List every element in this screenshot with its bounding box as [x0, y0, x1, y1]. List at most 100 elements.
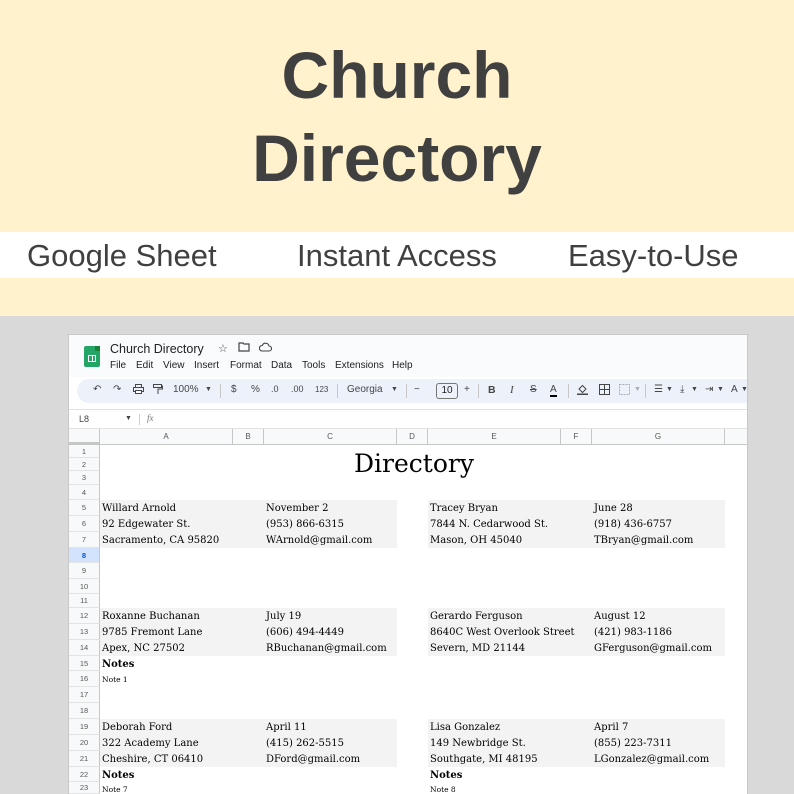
currency-button[interactable]: $ — [231, 384, 237, 395]
text-color-button[interactable]: A — [550, 384, 557, 397]
entry-email[interactable]: WArnold@gmail.com — [266, 535, 372, 546]
menu-extensions[interactable]: Extensions — [335, 360, 384, 371]
entry-phone[interactable]: (415) 262-5515 — [266, 738, 344, 749]
font-select[interactable]: Georgia — [347, 384, 383, 395]
merge-cells-icon[interactable] — [619, 384, 630, 398]
row-header[interactable]: 3 — [69, 471, 100, 485]
entry-name[interactable]: Willard Arnold — [102, 503, 176, 514]
row-header[interactable]: 11 — [69, 594, 100, 608]
entry-phone[interactable]: (606) 494-4449 — [266, 627, 344, 638]
column-header-a[interactable]: A — [100, 429, 233, 445]
row-header[interactable]: 1 — [69, 445, 100, 458]
entry-email[interactable]: RBuchanan@gmail.com — [266, 643, 387, 654]
entry-phone[interactable]: (421) 983-1186 — [594, 627, 672, 638]
row-header[interactable]: 7 — [69, 532, 100, 548]
decrease-decimal-button[interactable]: .0 — [271, 384, 279, 394]
entry-city[interactable]: Southgate, MI 48195 — [430, 754, 538, 765]
entry-date[interactable]: July 19 — [266, 611, 301, 622]
column-header-f[interactable]: F — [561, 429, 592, 445]
rotation-chevron-down-icon[interactable]: ▼ — [741, 386, 747, 393]
menu-insert[interactable]: Insert — [194, 360, 219, 371]
row-header[interactable]: 18 — [69, 703, 100, 719]
row-header[interactable]: 10 — [69, 579, 100, 594]
vertical-align-icon[interactable]: ⤓ — [680, 384, 684, 395]
entry-email[interactable]: TBryan@gmail.com — [594, 535, 693, 546]
strikethrough-button[interactable]: S — [530, 384, 537, 395]
font-chevron-down-icon[interactable]: ▼ — [391, 386, 398, 393]
row-header[interactable]: 5 — [69, 500, 100, 516]
percent-button[interactable]: % — [251, 384, 260, 395]
entry-date[interactable]: June 28 — [594, 503, 633, 514]
entry-name[interactable]: Lisa Gonzalez — [430, 722, 500, 733]
text-wrapping-icon[interactable]: ⇥ — [705, 384, 713, 395]
row-header[interactable]: 15 — [69, 656, 100, 671]
column-header-e[interactable]: E — [428, 429, 561, 445]
row-header[interactable]: 13 — [69, 624, 100, 640]
name-box-chevron-down-icon[interactable]: ▼ — [125, 415, 132, 422]
merge-chevron-down-icon[interactable]: ▼ — [634, 386, 641, 393]
entry-name[interactable]: Deborah Ford — [102, 722, 172, 733]
borders-icon[interactable] — [599, 384, 610, 398]
menu-data[interactable]: Data — [271, 360, 292, 371]
wrap-chevron-down-icon[interactable]: ▼ — [717, 386, 724, 393]
row-header[interactable]: 2 — [69, 458, 100, 471]
horizontal-align-icon[interactable]: ☰ — [654, 384, 663, 395]
menu-format[interactable]: Format — [230, 360, 262, 371]
row-header[interactable]: 23 — [69, 782, 100, 794]
row-header[interactable]: 22 — [69, 767, 100, 782]
menu-tools[interactable]: Tools — [302, 360, 325, 371]
sheet-grid[interactable]: A B C D E F G 1 2 3 4 5 6 7 8 9 10 11 12… — [69, 429, 747, 794]
column-header-d[interactable]: D — [397, 429, 428, 445]
menu-view[interactable]: View — [163, 360, 185, 371]
entry-street[interactable]: 7844 N. Cedarwood St. — [430, 519, 548, 530]
bold-button[interactable]: B — [488, 384, 496, 396]
row-header[interactable]: 19 — [69, 719, 100, 735]
entry-name[interactable]: Roxanne Buchanan — [102, 611, 200, 622]
entry-street[interactable]: 322 Academy Lane — [102, 738, 199, 749]
column-header-b[interactable]: B — [233, 429, 264, 445]
entry-street[interactable]: 149 Newbridge St. — [430, 738, 526, 749]
entry-date[interactable]: April 11 — [266, 722, 307, 733]
row-header[interactable]: 20 — [69, 735, 100, 751]
notes-label[interactable]: Notes — [102, 770, 134, 781]
notes-label[interactable]: Notes — [102, 659, 134, 670]
select-all-corner[interactable] — [69, 429, 100, 445]
text-rotation-icon[interactable]: A — [731, 384, 738, 395]
entry-city[interactable]: Mason, OH 45040 — [430, 535, 522, 546]
entry-name[interactable]: Tracey Bryan — [430, 503, 498, 514]
entry-city[interactable]: Apex, NC 27502 — [102, 643, 185, 654]
entry-city[interactable]: Severn, MD 21144 — [430, 643, 525, 654]
name-box[interactable]: L8 — [79, 414, 89, 424]
valign-chevron-down-icon[interactable]: ▼ — [691, 386, 698, 393]
column-header-h[interactable] — [725, 429, 747, 445]
note-text[interactable]: Note 8 — [430, 785, 456, 794]
paint-format-icon[interactable] — [153, 384, 163, 398]
cloud-status-icon[interactable] — [258, 342, 273, 355]
entry-phone[interactable]: (953) 866-6315 — [266, 519, 344, 530]
document-title[interactable]: Church Directory — [110, 342, 204, 356]
entry-city[interactable]: Cheshire, CT 06410 — [102, 754, 203, 765]
zoom-chevron-down-icon[interactable]: ▼ — [205, 386, 212, 393]
align-chevron-down-icon[interactable]: ▼ — [666, 386, 673, 393]
menu-file[interactable]: File — [110, 360, 126, 371]
more-formats-button[interactable]: 123 — [315, 385, 328, 394]
entry-street[interactable]: 92 Edgewater St. — [102, 519, 190, 530]
entry-email[interactable]: LGonzalez@gmail.com — [594, 754, 709, 765]
entry-phone[interactable]: (855) 223-7311 — [594, 738, 672, 749]
row-header[interactable]: 9 — [69, 563, 100, 579]
entry-email[interactable]: GFerguson@gmail.com — [594, 643, 712, 654]
entry-date[interactable]: August 12 — [594, 611, 646, 622]
italic-button[interactable]: I — [510, 384, 514, 396]
row-header[interactable]: 4 — [69, 485, 100, 500]
undo-icon[interactable]: ↶ — [93, 384, 101, 395]
note-text[interactable]: Note 7 — [102, 785, 128, 794]
increase-decimal-button[interactable]: .00 — [291, 384, 304, 394]
entry-email[interactable]: DFord@gmail.com — [266, 754, 360, 765]
sheets-logo-icon[interactable] — [84, 346, 100, 367]
row-header[interactable]: 14 — [69, 640, 100, 656]
zoom-select[interactable]: 100% — [173, 384, 199, 395]
font-size-input[interactable]: 10 — [436, 383, 458, 399]
star-icon[interactable]: ☆ — [218, 342, 228, 355]
menu-edit[interactable]: Edit — [136, 360, 153, 371]
column-header-c[interactable]: C — [264, 429, 397, 445]
